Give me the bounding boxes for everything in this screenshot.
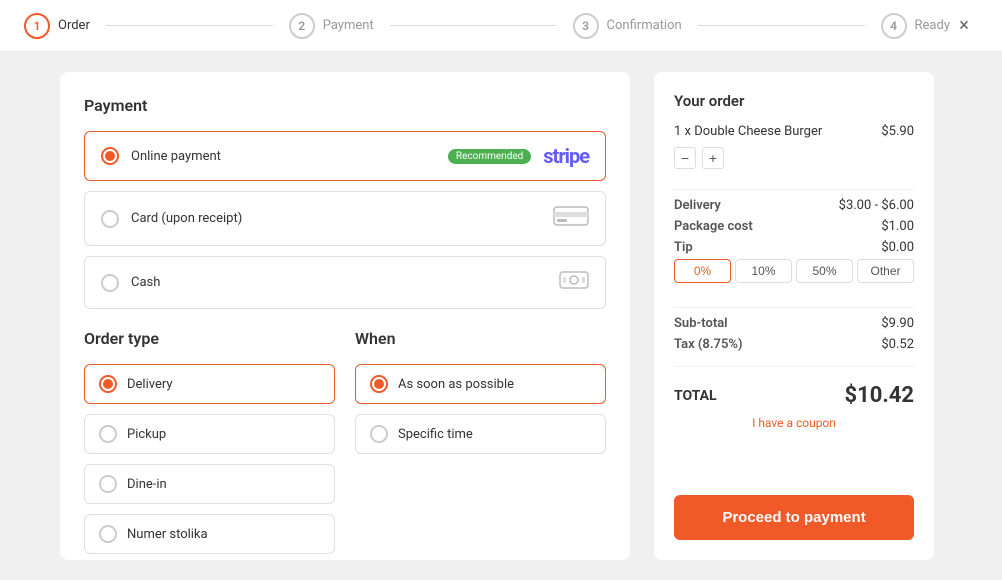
- radio-delivery: [99, 375, 117, 393]
- proceed-button[interactable]: Proceed to payment: [674, 495, 914, 540]
- payment-option-cash[interactable]: Cash: [84, 256, 606, 309]
- divider-1: [674, 189, 914, 190]
- step-line-2: [390, 25, 557, 26]
- order-option-dine-in[interactable]: Dine-in: [84, 464, 335, 504]
- delivery-row: Delivery $3.00 - $6.00: [674, 198, 914, 213]
- top-bar: 1 Order 2 Payment 3 Confirmation 4 Ready…: [0, 0, 1002, 52]
- radio-cash: [101, 274, 119, 292]
- radio-asap: [370, 375, 388, 393]
- qty-plus-button[interactable]: +: [702, 147, 724, 169]
- step-3-circle: 3: [573, 13, 599, 39]
- when-option-asap[interactable]: As soon as possible: [355, 364, 606, 404]
- asap-label: As soon as possible: [398, 377, 514, 392]
- order-item-row: 1 x Double Cheese Burger $5.90: [674, 124, 914, 139]
- divider-3: [674, 366, 914, 367]
- when-col: When As soon as possible Specific time: [355, 329, 606, 560]
- package-row-label: Package cost: [674, 219, 753, 234]
- divider-2: [674, 307, 914, 308]
- tip-btn-50[interactable]: 50%: [796, 259, 853, 283]
- subtotal-value: $9.90: [881, 316, 914, 331]
- qty-minus-button[interactable]: −: [674, 147, 696, 169]
- step-4-circle: 4: [881, 13, 907, 39]
- total-row: TOTAL $10.42: [674, 383, 914, 408]
- pickup-label: Pickup: [127, 427, 166, 442]
- payment-title: Payment: [84, 96, 606, 115]
- tip-row: Tip $0.00: [674, 240, 914, 255]
- payment-card-label: Card (upon receipt): [131, 211, 541, 226]
- total-value: $10.42: [845, 383, 915, 408]
- tax-label: Tax (8.75%): [674, 337, 743, 352]
- delivery-row-label: Delivery: [674, 198, 721, 213]
- payment-cash-label: Cash: [131, 275, 547, 290]
- qty-controls: − +: [674, 147, 914, 169]
- subtotal-row: Sub-total $9.90: [674, 316, 914, 331]
- when-option-specific[interactable]: Specific time: [355, 414, 606, 454]
- order-item-name: 1 x Double Cheese Burger: [674, 124, 822, 139]
- tax-value: $0.52: [881, 337, 914, 352]
- step-3-label: Confirmation: [607, 18, 682, 33]
- order-type-when-section: Order type Delivery Pickup Dine-in Numer…: [84, 329, 606, 560]
- cash-icon: [559, 269, 589, 296]
- tip-btn-0[interactable]: 0%: [674, 259, 731, 283]
- order-type-col: Order type Delivery Pickup Dine-in Numer…: [84, 329, 335, 560]
- radio-pickup: [99, 425, 117, 443]
- coupon-link[interactable]: I have a coupon: [674, 416, 914, 430]
- specific-time-label: Specific time: [398, 427, 473, 442]
- main-content: Payment Online payment Recommended strip…: [0, 52, 1002, 580]
- delivery-label: Delivery: [127, 377, 173, 392]
- recommended-badge: Recommended: [448, 149, 531, 164]
- radio-dine-in: [99, 475, 117, 493]
- step-1-label: Order: [58, 18, 90, 33]
- order-type-title: Order type: [84, 329, 335, 348]
- step-4-label: Ready: [915, 18, 950, 33]
- step-line-3: [698, 25, 865, 26]
- step-2-circle: 2: [289, 13, 315, 39]
- order-option-pickup[interactable]: Pickup: [84, 414, 335, 454]
- step-line-1: [106, 25, 273, 26]
- step-4: 4 Ready: [881, 13, 950, 39]
- tip-btn-other[interactable]: Other: [857, 259, 914, 283]
- step-3: 3 Confirmation: [573, 13, 682, 39]
- radio-numer-stolika: [99, 525, 117, 543]
- radio-card: [101, 210, 119, 228]
- total-label: TOTAL: [674, 388, 717, 404]
- card-icon: [553, 204, 589, 233]
- step-2-label: Payment: [323, 18, 374, 33]
- tip-buttons: 0% 10% 50% Other: [674, 259, 914, 283]
- right-panel: Your order 1 x Double Cheese Burger $5.9…: [654, 72, 934, 560]
- step-2: 2 Payment: [289, 13, 374, 39]
- payment-option-online[interactable]: Online payment Recommended stripe: [84, 131, 606, 181]
- close-button[interactable]: ×: [950, 12, 978, 40]
- stripe-logo: stripe: [543, 144, 589, 168]
- order-option-numer-stolika[interactable]: Numer stolika: [84, 514, 335, 554]
- delivery-row-value: $3.00 - $6.00: [839, 198, 914, 213]
- dine-in-label: Dine-in: [127, 477, 167, 492]
- package-row-value: $1.00: [881, 219, 914, 234]
- tip-btn-10[interactable]: 10%: [735, 259, 792, 283]
- payment-option-card[interactable]: Card (upon receipt): [84, 191, 606, 246]
- tip-section: Tip $0.00 0% 10% 50% Other: [674, 240, 914, 291]
- left-panel: Payment Online payment Recommended strip…: [60, 72, 630, 560]
- tax-row: Tax (8.75%) $0.52: [674, 337, 914, 352]
- payment-online-label: Online payment: [131, 149, 428, 164]
- order-item-price: $5.90: [881, 124, 914, 139]
- radio-online: [101, 147, 119, 165]
- your-order-title: Your order: [674, 92, 914, 110]
- step-1: 1 Order: [24, 13, 90, 39]
- when-title: When: [355, 329, 606, 348]
- numer-stolika-label: Numer stolika: [127, 527, 208, 542]
- tip-value: $0.00: [881, 240, 914, 255]
- tip-label: Tip: [674, 240, 693, 255]
- steps-nav: 1 Order 2 Payment 3 Confirmation 4 Ready: [24, 13, 950, 39]
- order-option-delivery[interactable]: Delivery: [84, 364, 335, 404]
- step-1-circle: 1: [24, 13, 50, 39]
- radio-specific-time: [370, 425, 388, 443]
- package-row: Package cost $1.00: [674, 219, 914, 234]
- subtotal-label: Sub-total: [674, 316, 728, 331]
